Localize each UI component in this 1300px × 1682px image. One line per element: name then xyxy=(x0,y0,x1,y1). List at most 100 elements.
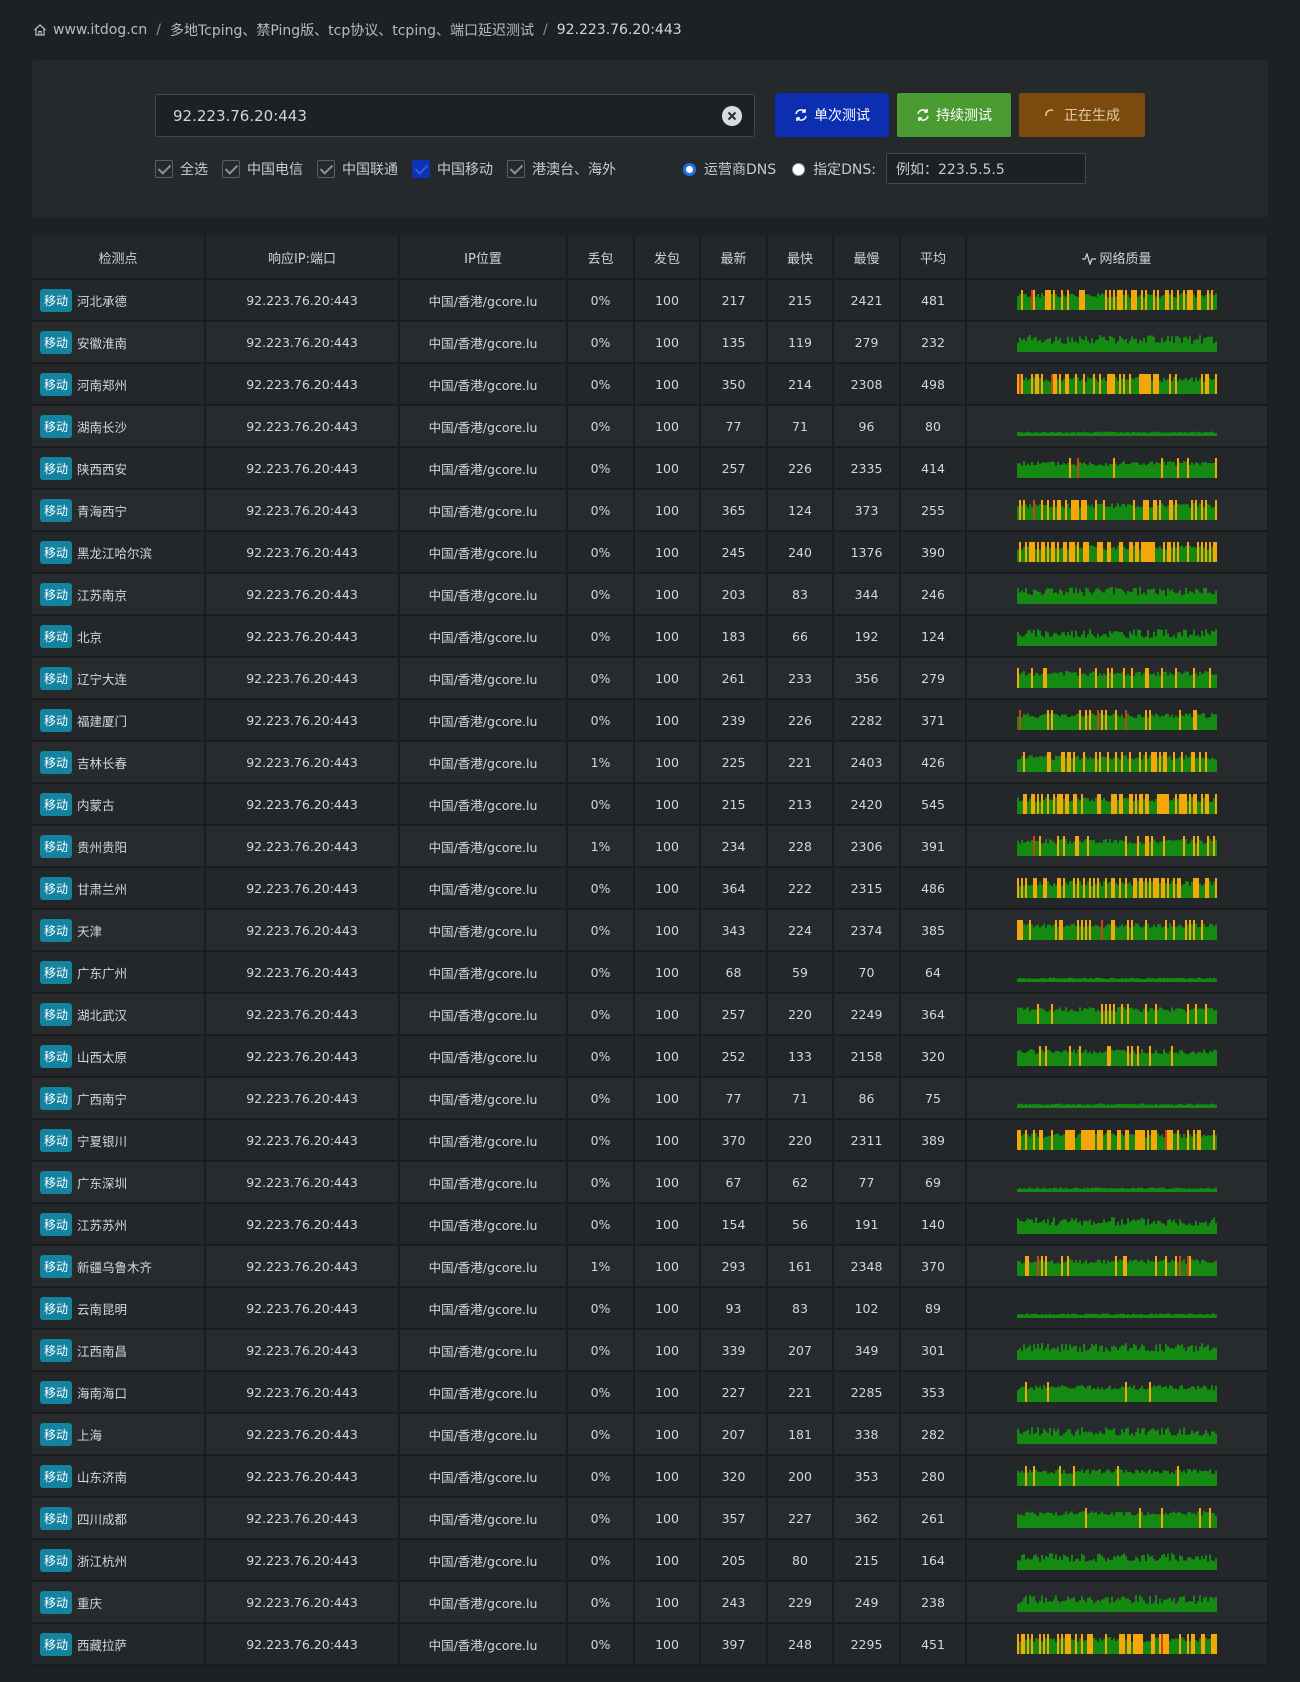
network-quality-sparkline[interactable] xyxy=(1017,1381,1217,1403)
network-quality-sparkline[interactable] xyxy=(1017,583,1217,605)
network-quality-sparkline[interactable] xyxy=(1017,835,1217,857)
filter-select-all[interactable]: 全选 xyxy=(155,159,208,179)
network-quality-sparkline[interactable] xyxy=(1017,1045,1217,1067)
quality-bar-segment xyxy=(1157,1187,1159,1192)
network-quality-sparkline[interactable] xyxy=(1017,289,1217,311)
checkbox[interactable] xyxy=(507,160,525,178)
station-cell: 移动 河北承德 xyxy=(32,279,206,322)
network-quality-sparkline[interactable] xyxy=(1017,1465,1217,1487)
network-quality-sparkline[interactable] xyxy=(1017,751,1217,773)
column-header[interactable]: 最快 xyxy=(767,236,834,280)
network-quality-sparkline[interactable] xyxy=(1017,1591,1217,1613)
latest-cell: 68 xyxy=(700,951,768,994)
ip-location-cell: 中国/香港/gcore.lu xyxy=(399,405,568,448)
network-quality-sparkline[interactable] xyxy=(1017,667,1217,689)
target-input[interactable]: 92.223.76.20:443 xyxy=(155,94,755,137)
network-quality-sparkline[interactable] xyxy=(1017,457,1217,479)
quality-bar-segment xyxy=(1093,1603,1095,1612)
quality-bar-segment xyxy=(1143,1471,1145,1486)
quality-bar-segment xyxy=(1133,675,1135,688)
column-header[interactable]: 响应IP:端口 xyxy=(205,236,400,280)
quality-cell xyxy=(966,699,1269,742)
checkbox[interactable] xyxy=(412,160,430,178)
checkbox[interactable] xyxy=(317,160,335,178)
quality-bar-segment xyxy=(1017,1634,1019,1654)
filter-telecom[interactable]: 中国电信 xyxy=(222,159,303,179)
quality-bar-segment xyxy=(1061,591,1063,604)
quality-bar-segment xyxy=(1181,463,1183,478)
network-quality-sparkline[interactable] xyxy=(1017,1213,1217,1235)
network-quality-sparkline[interactable] xyxy=(1017,499,1217,521)
checkbox[interactable] xyxy=(155,160,173,178)
single-test-button[interactable]: 单次测试 xyxy=(775,93,889,137)
quality-bar-segment xyxy=(1163,836,1165,856)
network-quality-sparkline[interactable] xyxy=(1017,373,1217,395)
network-quality-sparkline[interactable] xyxy=(1017,1297,1217,1319)
isp-dns-radio[interactable] xyxy=(683,162,696,176)
custom-dns-radio[interactable] xyxy=(792,162,806,176)
network-quality-sparkline[interactable] xyxy=(1017,1003,1217,1025)
quality-bar-segment xyxy=(1187,1313,1189,1318)
quality-bar-segment xyxy=(1105,1561,1107,1570)
quality-bar-segment xyxy=(1117,1314,1119,1318)
quality-bar-segment xyxy=(1121,631,1123,646)
clear-icon[interactable] xyxy=(722,106,742,126)
quality-bar-segment xyxy=(1201,1387,1203,1402)
quality-bar-segment xyxy=(1169,341,1171,352)
quality-bar-segment xyxy=(1197,431,1199,436)
column-header[interactable]: 最慢 xyxy=(833,236,901,280)
sent-cell: 100 xyxy=(634,1455,701,1498)
checkbox[interactable] xyxy=(222,160,240,178)
column-header[interactable]: 平均 xyxy=(900,236,967,280)
network-quality-sparkline[interactable] xyxy=(1017,1129,1217,1151)
network-quality-sparkline[interactable] xyxy=(1017,877,1217,899)
network-quality-sparkline[interactable] xyxy=(1017,541,1217,563)
column-header[interactable]: 丢包 xyxy=(567,236,635,280)
quality-bar-segment xyxy=(1151,752,1153,772)
network-quality-sparkline[interactable] xyxy=(1017,1171,1217,1193)
network-quality-sparkline[interactable] xyxy=(1017,1087,1217,1109)
quality-bar-segment xyxy=(1123,1224,1125,1234)
column-header[interactable]: IP位置 xyxy=(399,236,568,280)
home-icon[interactable] xyxy=(33,23,47,37)
network-quality-sparkline[interactable] xyxy=(1017,1339,1217,1361)
continuous-test-button[interactable]: 持续测试 xyxy=(897,93,1011,137)
network-quality-sparkline[interactable] xyxy=(1017,415,1217,437)
column-header[interactable]: 发包 xyxy=(634,236,701,280)
quality-bar-segment xyxy=(1139,339,1141,352)
network-quality-sparkline[interactable] xyxy=(1017,1423,1217,1445)
column-header[interactable]: 最新 xyxy=(700,236,768,280)
quality-bar-segment xyxy=(1121,1103,1123,1108)
network-quality-sparkline[interactable] xyxy=(1017,331,1217,353)
network-quality-sparkline[interactable] xyxy=(1017,1633,1217,1655)
quality-bar-segment xyxy=(1185,1011,1187,1024)
breadcrumb-section-link[interactable]: 多地Tcping、禁Ping版、tcp协议、tcping、端口延迟测试 xyxy=(170,20,534,40)
filter-unicom[interactable]: 中国联通 xyxy=(317,159,398,179)
quality-bar-segment xyxy=(1151,1130,1153,1150)
network-quality-sparkline[interactable] xyxy=(1017,1507,1217,1529)
breadcrumb-home-link[interactable]: www.itdog.cn xyxy=(53,22,147,38)
quality-bar-segment xyxy=(1055,1431,1057,1444)
column-header-quality[interactable]: 网络质量 xyxy=(966,236,1269,280)
column-header[interactable]: 检测点 xyxy=(32,236,206,280)
quality-bar-segment xyxy=(1099,374,1101,394)
network-quality-sparkline[interactable] xyxy=(1017,625,1217,647)
network-quality-sparkline[interactable] xyxy=(1017,793,1217,815)
quality-bar-segment xyxy=(1025,542,1027,562)
filter-overseas[interactable]: 港澳台、海外 xyxy=(507,159,616,179)
sent-cell: 100 xyxy=(634,1287,701,1330)
filter-mobile[interactable]: 中国移动 xyxy=(412,159,493,179)
custom-dns-input[interactable]: 例如：223.5.5.5 xyxy=(886,153,1086,184)
quality-bar-segment xyxy=(1043,1261,1045,1276)
quality-bar-segment xyxy=(1187,1256,1189,1276)
network-quality-sparkline[interactable] xyxy=(1017,1255,1217,1277)
network-quality-sparkline[interactable] xyxy=(1017,709,1217,731)
quality-bar-segment xyxy=(1155,1386,1157,1402)
quality-bar-segment xyxy=(1065,1187,1067,1192)
quality-bar-segment xyxy=(1067,1222,1069,1234)
quality-bar-segment xyxy=(1017,1104,1019,1108)
network-quality-sparkline[interactable] xyxy=(1017,1549,1217,1571)
network-quality-sparkline[interactable] xyxy=(1017,919,1217,941)
network-quality-sparkline[interactable] xyxy=(1017,961,1217,983)
generating-button[interactable]: 正在生成 xyxy=(1019,93,1145,137)
